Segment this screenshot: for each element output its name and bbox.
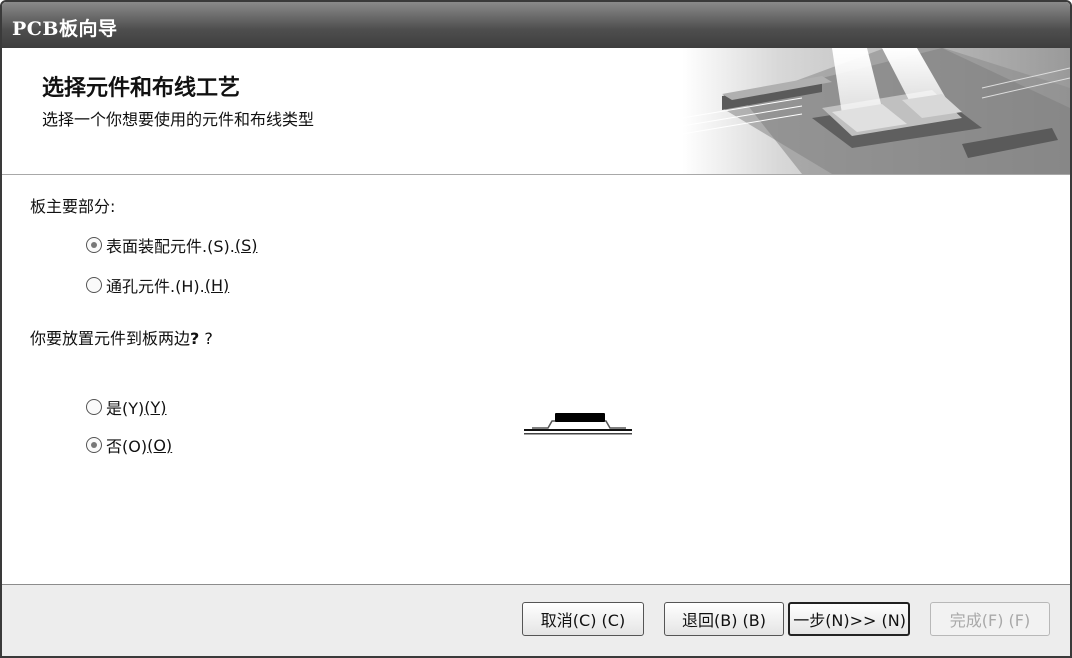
both-sides-question-text: 你要放置元件到板两边 xyxy=(30,329,191,348)
radio-no[interactable]: 否(O) (O) xyxy=(86,433,172,457)
radio-surface-mount[interactable]: 表面装配元件.(S). (S) xyxy=(86,233,257,257)
wizard-header: 选择元件和布线工艺 选择一个你想要使用的元件和布线类型 xyxy=(2,48,1070,175)
pcb-banner-image xyxy=(682,48,1070,174)
radio-indicator xyxy=(86,277,102,293)
back-button[interactable]: 退回(B) (B) xyxy=(664,602,784,636)
pcb-side-preview-image xyxy=(524,413,632,435)
question-mark-bold: ? xyxy=(190,329,200,348)
radio-surface-mount-label: 表面装配元件.(S). xyxy=(106,237,235,256)
page-title: 选择元件和布线工艺 xyxy=(42,76,241,101)
wizard-content: 板主要部分: 表面装配元件.(S). (S) 通孔元件.(H). (H) 你要放… xyxy=(2,175,1070,583)
title-bar[interactable]: PCB板向导 xyxy=(2,2,1070,48)
radio-yes[interactable]: 是(Y) (Y) xyxy=(86,395,167,419)
question-mark: ? xyxy=(204,329,213,348)
window-title: PCB板向导 xyxy=(12,18,118,40)
next-button[interactable]: 一步(N)>> (N) xyxy=(788,602,910,636)
radio-through-hole-label: 通孔元件.(H). xyxy=(106,277,205,296)
radio-through-hole[interactable]: 通孔元件.(H). (H) xyxy=(86,273,229,297)
radio-indicator xyxy=(86,237,102,253)
radio-indicator xyxy=(86,437,102,453)
both-sides-question: 你要放置元件到板两边? ? xyxy=(30,325,213,349)
radio-through-hole-mnemonic: (H) xyxy=(204,275,230,295)
button-bar: 取消(C) (C) 退回(B) (B) 一步(N)>> (N) 完成(F) (F… xyxy=(2,584,1070,656)
finish-button[interactable]: 完成(F) (F) xyxy=(930,602,1050,636)
board-component-label: 板主要部分: xyxy=(30,197,116,216)
radio-yes-label: 是(Y) xyxy=(106,399,145,418)
radio-no-label: 否(O) xyxy=(106,437,148,456)
radio-indicator xyxy=(86,399,102,415)
radio-surface-mount-mnemonic: (S) xyxy=(234,235,258,255)
wizard-window: PCB板向导 选择元件和布线工艺 选择一个你想要使用的元件和布线类型 板主要部分… xyxy=(0,0,1072,658)
radio-yes-mnemonic: (Y) xyxy=(144,397,167,417)
page-subtitle: 选择一个你想要使用的元件和布线类型 xyxy=(42,110,315,129)
cancel-button[interactable]: 取消(C) (C) xyxy=(522,602,644,636)
radio-no-mnemonic: (O) xyxy=(147,435,173,455)
